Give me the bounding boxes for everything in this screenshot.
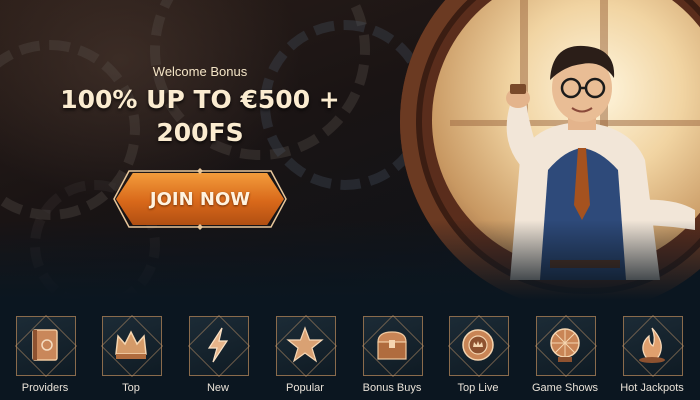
category-label: Top — [122, 382, 140, 394]
category-new[interactable]: New — [178, 310, 258, 400]
category-label: Top Live — [457, 382, 499, 394]
star-icon — [286, 326, 324, 363]
category-label: Bonus Buys — [362, 382, 422, 394]
hero-banner[interactable]: Welcome Bonus 100% UP TO €500 + 200FS JO… — [0, 0, 700, 300]
category-label: Hot Jackpots — [620, 382, 684, 394]
category-label: Popular — [286, 382, 324, 394]
category-top-live[interactable]: Top Live — [438, 310, 518, 400]
category-label: New — [206, 382, 229, 394]
join-now-wrapper: JOIN NOW — [113, 168, 287, 230]
lightning-icon — [207, 327, 229, 363]
bonus-headline-line-1: 100% UP TO €500 + — [60, 85, 340, 114]
category-game-shows[interactable]: Game Shows — [525, 310, 605, 400]
flame-icon — [639, 327, 665, 363]
bonus-label: Welcome Bonus — [152, 64, 248, 79]
category-bonus-buys[interactable]: Bonus Buys — [352, 310, 432, 400]
category-top[interactable]: Top — [91, 310, 171, 400]
category-popular[interactable]: Popular — [265, 310, 345, 400]
book-icon — [32, 329, 58, 361]
category-nav: Providers Top New Popular Bonus Buys Top… — [0, 310, 700, 400]
category-providers[interactable]: Providers — [5, 310, 85, 400]
crown-icon — [115, 330, 147, 359]
prize-wheel-icon — [550, 328, 580, 362]
bonus-headline-line-2: 200FS — [156, 118, 244, 147]
treasure-chest-icon — [377, 331, 407, 360]
category-label: Game Shows — [531, 382, 599, 394]
welcome-bonus-promo: Welcome Bonus 100% UP TO €500 + 200FS JO… — [20, 64, 380, 230]
join-now-button[interactable]: JOIN NOW — [116, 173, 284, 225]
category-hot-jackpots[interactable]: Hot Jackpots — [612, 310, 692, 400]
poker-chip-icon — [462, 329, 494, 361]
bonus-headline: 100% UP TO €500 + 200FS — [20, 83, 380, 149]
